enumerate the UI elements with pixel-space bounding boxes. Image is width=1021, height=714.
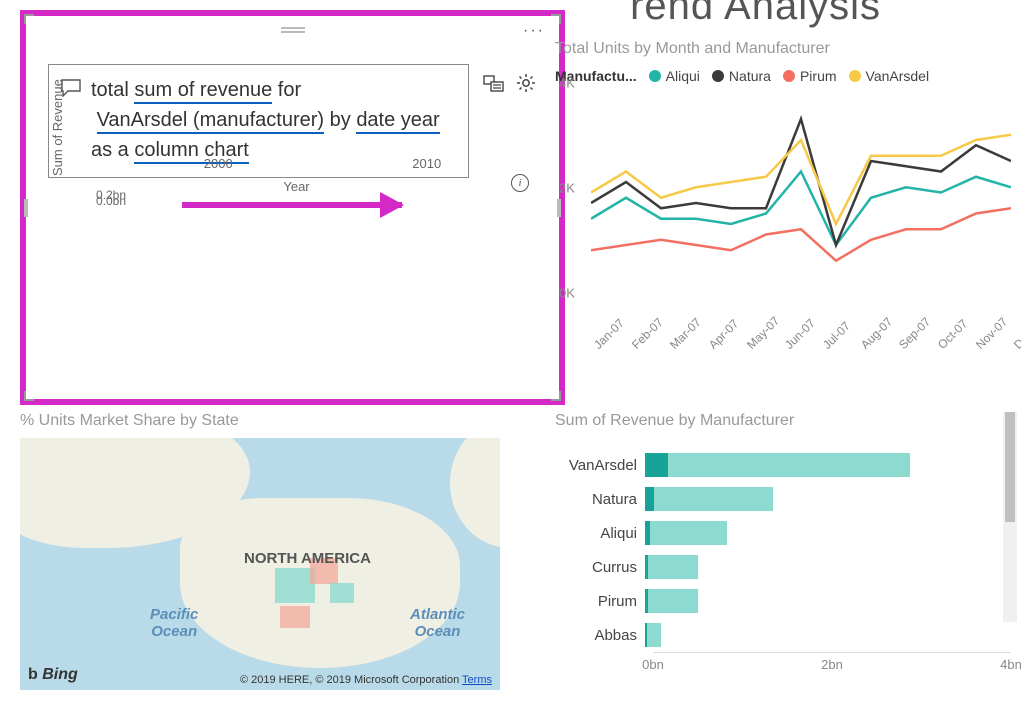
- ocean-label: Atlantic Ocean: [410, 606, 465, 640]
- scrollbar-thumb[interactable]: [1005, 412, 1015, 522]
- hbar-row[interactable]: Pirum: [555, 584, 1011, 618]
- legend-item[interactable]: Aliqui: [649, 68, 700, 84]
- chart-title: Total Units by Month and Manufacturer: [555, 40, 1011, 58]
- map-visual[interactable]: % Units Market Share by State NORTH AMER…: [20, 412, 500, 690]
- line-chart-visual[interactable]: Total Units by Month and Manufacturer Ma…: [555, 40, 1011, 380]
- annotation-arrow: [182, 202, 402, 208]
- map-canvas[interactable]: NORTH AMERICA Pacific Ocean Atlantic Oce…: [20, 438, 500, 690]
- hbar-row[interactable]: Currus: [555, 550, 1011, 584]
- bing-logo: b Bing: [28, 666, 78, 684]
- convert-visual-icon[interactable]: [483, 72, 505, 94]
- qa-query-text[interactable]: total sum of revenue for VanArsdel (manu…: [91, 75, 440, 165]
- scrollbar[interactable]: [1003, 412, 1017, 622]
- y-axis-label: Sum of Revenue: [50, 79, 65, 176]
- legend: Manufactu... Aliqui Natura Pirum VanArsd…: [555, 68, 1011, 84]
- qa-header[interactable]: ···: [26, 16, 559, 44]
- resize-handle[interactable]: [24, 391, 34, 401]
- x-axis-label: Year: [52, 179, 541, 194]
- hbar-visual[interactable]: Sum of Revenue by Manufacturer VanArsdel…: [555, 412, 1011, 678]
- more-options-icon[interactable]: ···: [523, 22, 545, 40]
- chart-title: Sum of Revenue by Manufacturer: [555, 412, 1011, 430]
- resize-handle[interactable]: [551, 391, 561, 401]
- legend-item[interactable]: VanArsdel: [849, 68, 930, 84]
- x-axis: Jan-07Feb-07Mar-07Apr-07May-07Jun-07Jul-…: [591, 342, 1011, 382]
- chart-title: % Units Market Share by State: [20, 412, 500, 430]
- drag-handle-icon[interactable]: [281, 27, 305, 33]
- legend-item[interactable]: Pirum: [783, 68, 837, 84]
- hbar-row[interactable]: Abbas: [555, 618, 1011, 652]
- page-title: rend Analysis: [630, 0, 881, 29]
- terms-link[interactable]: Terms: [462, 674, 492, 686]
- legend-item[interactable]: Natura: [712, 68, 771, 84]
- ocean-label: Pacific Ocean: [150, 606, 198, 640]
- line-plot-area: 0K 2K 4K: [591, 98, 1011, 308]
- resize-handle[interactable]: [24, 199, 28, 217]
- hbar-row[interactable]: Aliqui: [555, 516, 1011, 550]
- map-credits: © 2019 HERE, © 2019 Microsoft Corporatio…: [240, 674, 492, 686]
- qa-visual-panel[interactable]: ··· total sum of revenue for VanArsdel (…: [20, 10, 565, 405]
- hbar-row[interactable]: VanArsdel: [555, 448, 1011, 482]
- continent-label: NORTH AMERICA: [244, 550, 371, 567]
- gear-icon[interactable]: [515, 72, 537, 94]
- hbar-row[interactable]: Natura: [555, 482, 1011, 516]
